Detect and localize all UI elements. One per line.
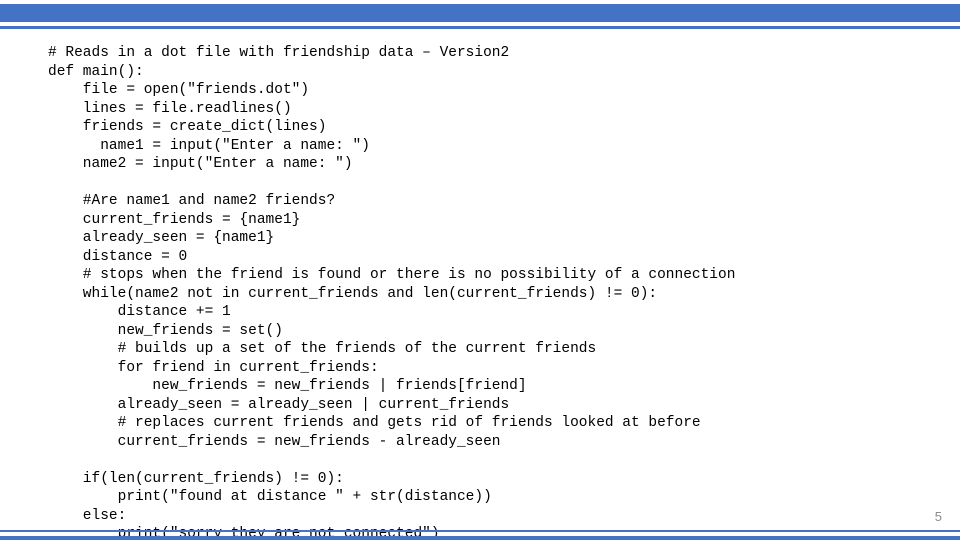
- top-accent-bar-thick: [0, 4, 960, 22]
- code-block: # Reads in a dot file with friendship da…: [48, 44, 912, 540]
- slide: # Reads in a dot file with friendship da…: [0, 0, 960, 540]
- page-number: 5: [935, 509, 942, 524]
- top-accent-bar-thin: [0, 26, 960, 29]
- bottom-accent-bar-thick: [0, 536, 960, 540]
- bottom-accent-bar-thin: [0, 530, 960, 532]
